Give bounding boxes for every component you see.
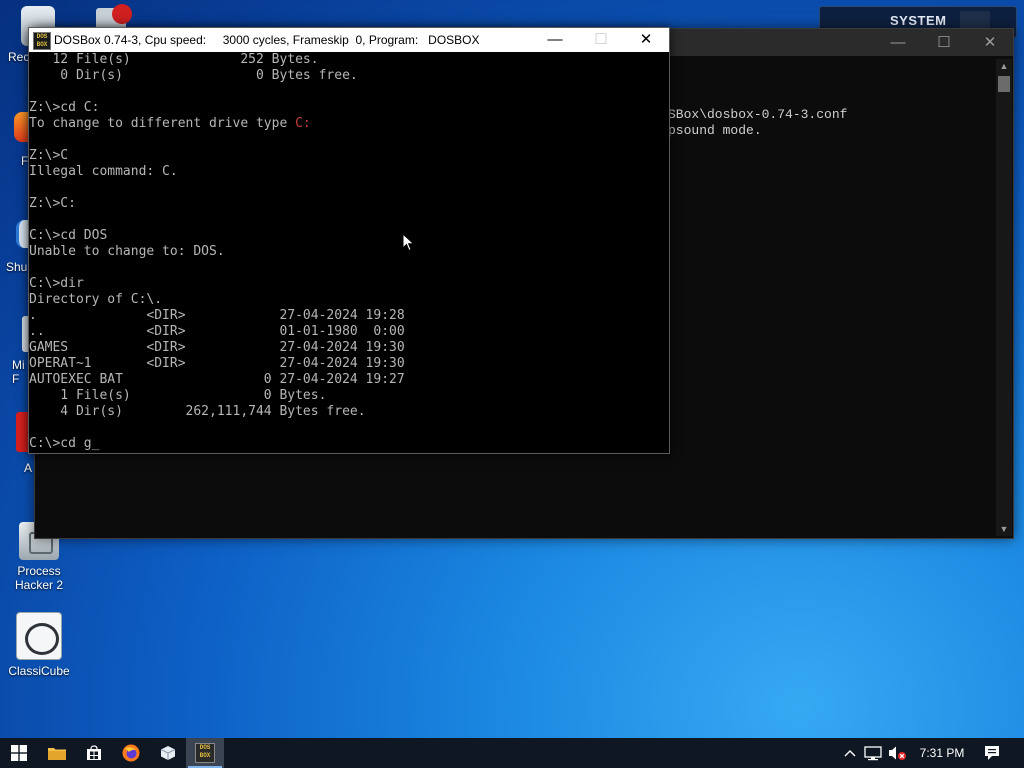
system-widget-label: SYSTEM	[890, 13, 947, 28]
cube-icon	[160, 746, 176, 760]
minimize-button[interactable]: —	[532, 28, 578, 52]
taskbar-firefox[interactable]	[112, 738, 150, 768]
console-line: .. <DIR> 01-01-1980 0:00	[29, 324, 405, 339]
store-icon	[87, 745, 101, 760]
tray-overflow-button[interactable]	[840, 738, 860, 768]
volume-button[interactable]	[886, 738, 908, 768]
volume-muted-icon	[889, 746, 906, 760]
taskbar-app[interactable]	[149, 738, 187, 768]
console-scrollbar[interactable]: ▲ ▼	[996, 59, 1012, 536]
dosbox-titlebar[interactable]: DOS BOX DOSBox 0.74-3, Cpu speed: 3000 c…	[29, 28, 669, 52]
dosbox-logo-icon: DOS BOX	[33, 32, 51, 50]
console-line: 4 Dir(s) 262,111,744 Bytes free.	[29, 404, 366, 419]
highlighted-drive: C:	[295, 116, 311, 131]
clock-time: 7:31 PM	[919, 746, 965, 760]
taskbar-file-explorer[interactable]	[38, 738, 76, 768]
console-line: GAMES <DIR> 27-04-2024 19:30	[29, 340, 405, 355]
console-prompt[interactable]: C:\>cd g_	[29, 436, 99, 452]
console-line: OPERAT~1 <DIR> 27-04-2024 19:30	[29, 356, 405, 371]
mouse-cursor-icon	[402, 233, 415, 252]
console-line: Illegal command: C.	[29, 164, 178, 179]
console-line: psound mode.	[668, 123, 762, 138]
folder-icon	[48, 748, 66, 760]
console-line: C:\>dir	[29, 276, 84, 291]
windows-logo-icon	[11, 745, 27, 761]
desktop-icon-classicube[interactable]: ClassiCube	[3, 612, 75, 678]
console-line: To change to different drive type C:	[29, 116, 311, 132]
taskbar-dosbox[interactable]: DOS BOX	[186, 738, 224, 768]
maximize-button[interactable]: ☐	[921, 29, 967, 56]
console-line: AUTOEXEC BAT 0 27-04-2024 19:27	[29, 372, 405, 387]
taskbar: DOS BOX 7:31 PM	[0, 738, 1024, 768]
maximize-button[interactable]: ☐	[578, 28, 624, 52]
network-icon	[864, 746, 882, 761]
console-line: SBox\dosbox-0.74-3.conf	[668, 107, 848, 122]
dosbox-console[interactable]: 12 File(s) 252 Bytes. 0 Dir(s) 0 Bytes f…	[29, 52, 669, 452]
console-line: 12 File(s) 252 Bytes.	[29, 52, 319, 67]
console-line: C:\>cd DOS	[29, 228, 108, 243]
scrollbar-thumb[interactable]	[998, 76, 1010, 92]
dosbox-title: DOSBox 0.74-3, Cpu speed: 3000 cycles, F…	[54, 33, 480, 47]
console-text: SBox\dosbox-0.74-3.conf psound mode.	[668, 107, 847, 139]
console-line: Z:\>C	[29, 148, 69, 163]
desktop-icon-label: ClassiCube	[8, 664, 70, 678]
network-button[interactable]	[862, 738, 884, 768]
desktop-icon-shutdown[interactable]: Shu	[6, 220, 35, 276]
minimize-button[interactable]: —	[875, 29, 921, 56]
desktop-icon-label: Shu	[6, 260, 28, 274]
console-line: Directory of C:\.	[29, 292, 163, 307]
start-button[interactable]	[0, 738, 38, 768]
desktop-icon-label: Process Hacker 2	[14, 564, 64, 592]
red-badge-icon	[112, 4, 132, 24]
console-line: 1 File(s) 0 Bytes.	[29, 388, 327, 403]
console-line: 0 Dir(s) 0 Bytes free.	[29, 68, 358, 83]
console-line: Z:\>C:	[29, 196, 76, 211]
action-center-button[interactable]	[978, 738, 1006, 768]
scroll-down-icon[interactable]: ▼	[996, 522, 1012, 536]
dosbox-icon: DOS BOX	[195, 743, 215, 763]
dosbox-window[interactable]: DOS BOX DOSBox 0.74-3, Cpu speed: 3000 c…	[28, 27, 670, 454]
close-button[interactable]: ✕	[967, 29, 1013, 56]
chevron-up-icon	[844, 750, 856, 757]
firefox-icon	[122, 744, 140, 762]
taskbar-store[interactable]	[75, 738, 113, 768]
notification-icon	[985, 746, 999, 760]
console-line: Z:\>cd C:	[29, 100, 100, 115]
desktop-icon-label: A	[24, 461, 33, 475]
console-line: Unable to change to: DOS.	[29, 244, 225, 259]
console-line: . <DIR> 27-04-2024 19:28	[29, 308, 405, 323]
scroll-up-icon[interactable]: ▲	[996, 59, 1012, 73]
clock[interactable]: 7:31 PM	[912, 738, 972, 768]
classicube-icon	[16, 612, 62, 660]
close-button[interactable]: ✕	[623, 28, 669, 52]
console-line-text: To change to different drive type	[29, 116, 296, 131]
